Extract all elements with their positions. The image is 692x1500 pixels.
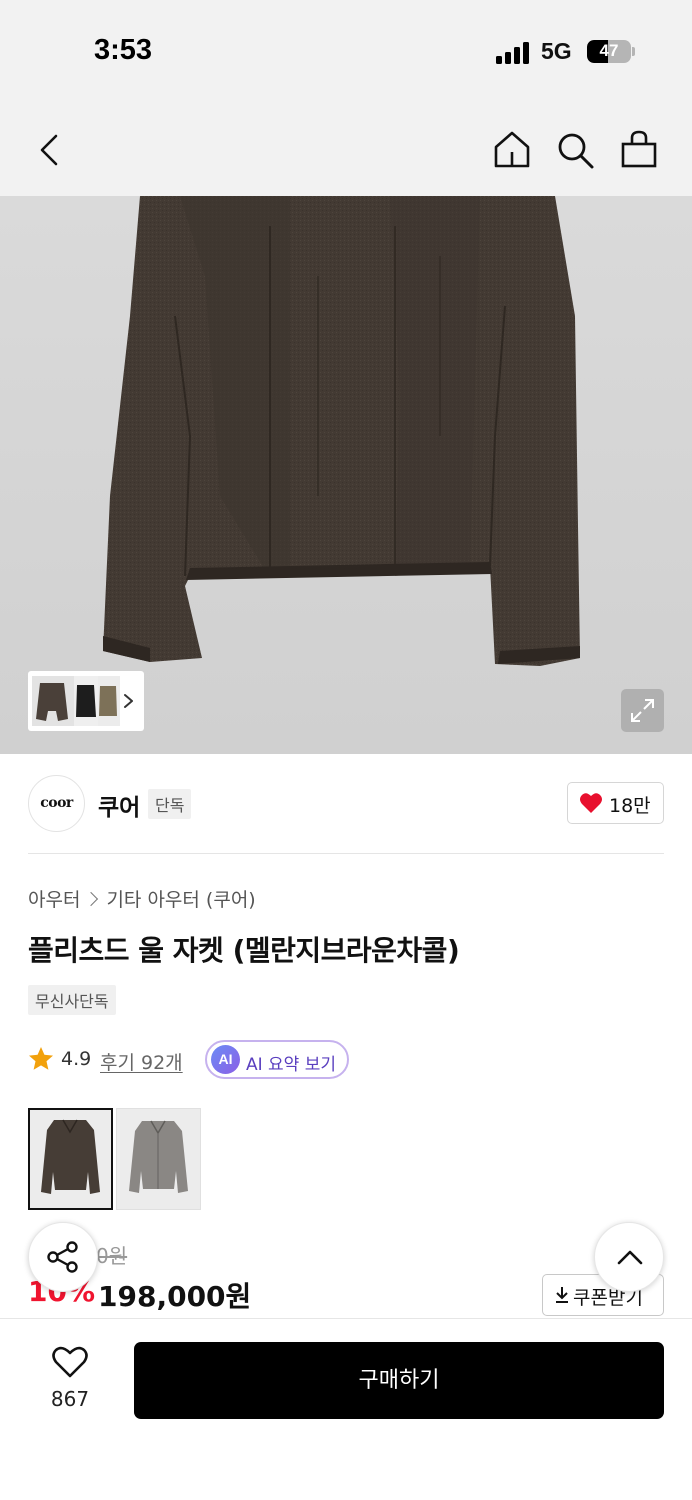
home-icon[interactable] [493, 130, 531, 168]
expand-button[interactable] [621, 689, 664, 732]
breadcrumb: 아우터 기타 아우터 (쿠어) [28, 885, 256, 912]
status-bar: 3:53 5G 47 [0, 0, 692, 100]
battery-tip [632, 47, 635, 56]
top-nav-bar [0, 100, 692, 196]
breadcrumb-item[interactable]: 아우터 [28, 889, 80, 911]
share-icon [47, 1241, 78, 1273]
expand-icon [631, 699, 654, 722]
exclusive-badge: 단독 [148, 789, 192, 819]
musinsa-exclusive-tag: 무신사단독 [28, 985, 116, 1015]
wishlist-count: 867 [50, 1387, 90, 1411]
search-icon[interactable] [557, 132, 595, 170]
ai-icon: AI [211, 1045, 240, 1074]
status-time: 3:53 [94, 34, 153, 66]
brand-logo[interactable]: coor [28, 775, 85, 832]
brand-like-button[interactable]: 18만 [567, 782, 664, 824]
sale-price: 198,000원 [98, 1280, 252, 1313]
chevron-right-icon [84, 891, 99, 906]
swatch-image [30, 1110, 111, 1208]
chevron-right-icon[interactable] [123, 693, 135, 709]
battery-percent: 47 [599, 41, 619, 60]
divider [28, 853, 664, 854]
star-icon [29, 1047, 53, 1070]
rating-value: 4.9 [61, 1048, 92, 1070]
rating-row: 4.9 후기 92개 AI AI 요약 보기 [28, 1040, 528, 1080]
chevron-left-icon[interactable] [38, 134, 60, 166]
breadcrumb-item[interactable]: 기타 아우터 (쿠어) [106, 889, 255, 911]
color-swatch-gray[interactable] [116, 1108, 201, 1210]
review-link[interactable]: 후기 92개 [100, 1048, 183, 1075]
heart-outline-icon [52, 1346, 88, 1378]
chevron-up-icon [617, 1250, 643, 1265]
network-type: 5G [541, 38, 572, 64]
download-icon [556, 1287, 568, 1303]
share-button[interactable] [28, 1222, 98, 1292]
battery-icon: 47 [587, 40, 631, 63]
brand-name[interactable]: 쿠어 [98, 788, 140, 822]
thumbnail-strip[interactable] [28, 671, 144, 731]
ai-summary-label: AI 요약 보기 [246, 1055, 337, 1075]
swatch-image [117, 1109, 200, 1209]
wishlist-button[interactable]: 867 [30, 1344, 110, 1414]
scroll-top-button[interactable] [594, 1222, 664, 1292]
brand-like-count: 18만 [609, 795, 651, 817]
color-swatch-brown[interactable] [28, 1108, 113, 1210]
ai-summary-button[interactable]: AI AI 요약 보기 [205, 1040, 349, 1079]
shopping-bag-icon[interactable] [621, 130, 657, 168]
buy-button[interactable]: 구매하기 [134, 1342, 664, 1419]
original-price: 0원 [96, 1244, 128, 1268]
heart-filled-icon [580, 793, 602, 813]
product-title: 플리츠드 울 자켓 (멜란지브라운차콜) [28, 934, 460, 967]
signal-icon [496, 42, 532, 64]
brand-row: coor 쿠어 단독 18만 [28, 775, 664, 833]
